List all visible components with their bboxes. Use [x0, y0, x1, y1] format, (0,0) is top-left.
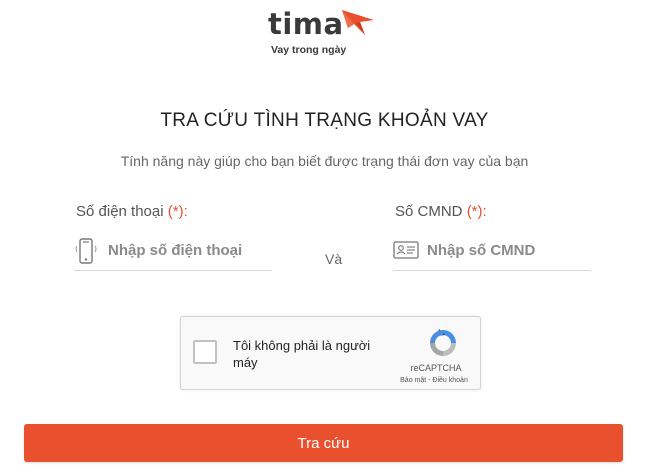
tima-logo[interactable]: tima Vay trong ngày — [268, 6, 388, 58]
id-card-label-text: Số CMND — [395, 203, 463, 220]
recaptcha-brand: reCAPTCHA — [410, 363, 462, 373]
page-subtitle: Tính năng này giúp cho bạn biết được trạ… — [120, 153, 529, 169]
id-card-label: Số CMND (*): — [395, 203, 487, 220]
mobile-phone-icon — [75, 238, 97, 264]
recaptcha-logo-icon — [430, 329, 456, 356]
phone-label: Số điện thoại (*): — [76, 203, 188, 220]
logo-bird-icon — [342, 10, 374, 35]
submit-button[interactable]: Tra cứu — [24, 424, 623, 462]
logo-tagline: Vay trong ngày — [271, 44, 347, 56]
recaptcha-label: Tôi không phải là người máy — [233, 338, 371, 370]
id-card-field — [393, 232, 591, 271]
page-title: TRA CỨU TÌNH TRẠNG KHOẢN VAY — [160, 110, 489, 131]
id-card-icon — [393, 241, 419, 259]
recaptcha-privacy-terms-links[interactable]: Bảo mật - Điều khoản — [387, 377, 481, 384]
phone-label-text: Số điện thoại — [76, 203, 164, 220]
phone-required-mark: (*): — [167, 203, 188, 220]
and-text: Và — [325, 251, 343, 267]
logo-wordmark: tima — [268, 7, 344, 41]
id-card-required-mark: (*): — [466, 203, 487, 220]
phone-input[interactable] — [108, 238, 268, 262]
id-card-input[interactable] — [427, 238, 587, 262]
recaptcha-widget: Tôi không phải là người máy reCAPTCHA Bả… — [180, 316, 481, 390]
recaptcha-checkbox[interactable] — [193, 340, 217, 364]
phone-field — [74, 232, 272, 271]
